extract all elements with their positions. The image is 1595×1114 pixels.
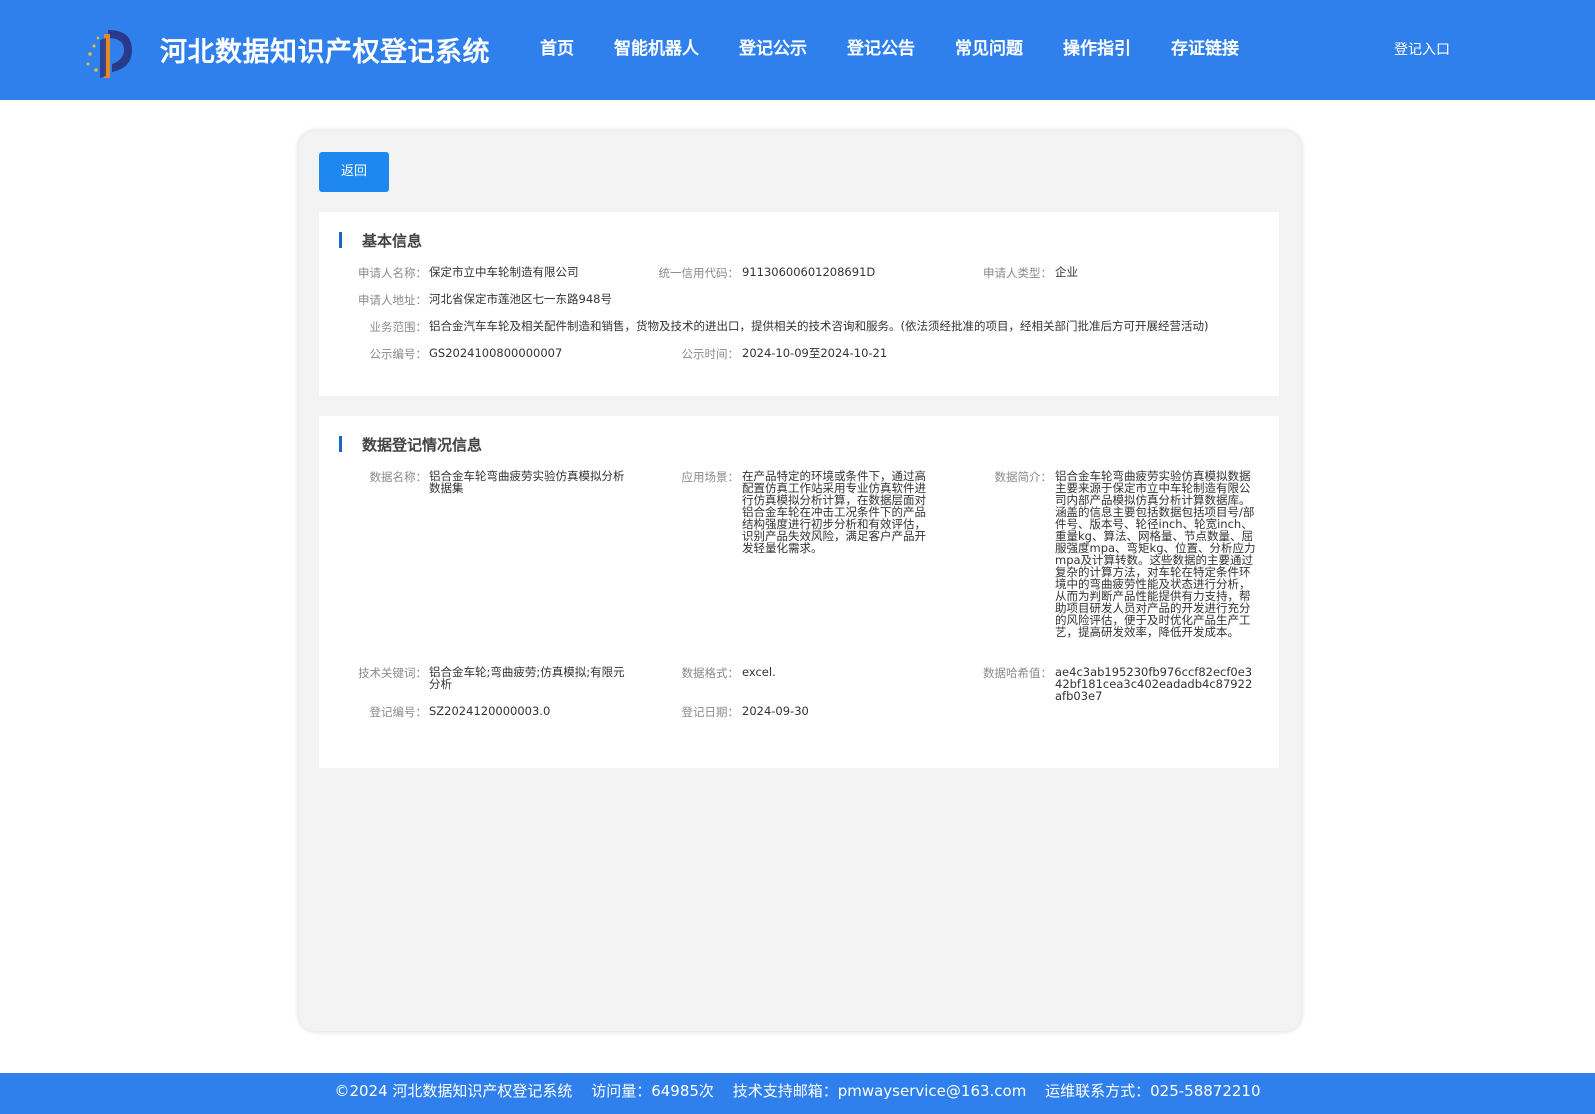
footer-copyright: ©2024 河北数据知识产权登记系统 — [334, 1082, 573, 1100]
scenario-value: 在产品特定的环境或条件下，通过高配置仿真工作站采用专业仿真软件进行仿真模拟分析计… — [742, 469, 926, 555]
address-value: 河北省保定市莲池区七一东路948号 — [429, 292, 612, 306]
site-logo-icon — [86, 30, 132, 78]
section-accent-bar — [339, 232, 342, 248]
notice-time-value: 2024-10-09至2024-10-21 — [742, 346, 888, 360]
back-button[interactable]: 返回 — [319, 152, 389, 192]
keywords-label: 技术关键词： — [358, 666, 427, 680]
scenario-label: 应用场景： — [681, 470, 740, 484]
address-label: 申请人地址： — [358, 293, 427, 307]
reg-date-value: 2024-09-30 — [742, 704, 809, 718]
nav-guide[interactable]: 操作指引 — [1063, 34, 1131, 59]
site-title: 河北数据知识产权登记系统 — [160, 37, 490, 68]
data-info-card: 数据登记情况信息 数据名称： 铝合金车轮弯曲疲劳实验仿真模拟分析数据集 应用场景… — [319, 416, 1279, 768]
notice-no-label: 公示编号： — [369, 347, 428, 361]
reg-no-label: 登记编号： — [369, 705, 428, 719]
scope-value: 铝合金汽车车轮及相关配件制造和销售，货物及技术的进出口，提供相关的技术咨询和服务… — [429, 319, 1209, 333]
format-label: 数据格式： — [681, 666, 740, 680]
credit-code-label: 统一信用代码： — [658, 266, 740, 280]
reg-date-label: 登记日期： — [681, 705, 740, 719]
scope-label: 业务范围： — [369, 320, 428, 334]
applicant-name-value: 保定市立中车轮制造有限公司 — [429, 265, 579, 279]
nav-evidence-link[interactable]: 存证链接 — [1171, 34, 1239, 59]
notice-no-value: GS2024100800000007 — [429, 346, 563, 360]
hash-value: ae4c3ab195230fb976ccf82ecf0e342bf181cea3… — [1055, 665, 1253, 703]
nav-announcement[interactable]: 登记公告 — [847, 34, 915, 59]
intro-label: 数据简介： — [994, 470, 1053, 484]
top-header: 河北数据知识产权登记系统 首页 智能机器人 登记公示 登记公告 常见问题 操作指… — [0, 0, 1595, 100]
applicant-name-label: 申请人名称： — [358, 266, 427, 280]
detail-panel: 返回 基本信息 申请人名称： 保定市立中车轮制造有限公司 统一信用代码： 911… — [299, 131, 1301, 1031]
format-value: excel. — [742, 665, 776, 679]
section-accent-bar — [339, 436, 342, 452]
footer-phone: 运维联系方式：025-58872210 — [1045, 1082, 1261, 1100]
nav-robot[interactable]: 智能机器人 — [614, 34, 699, 59]
notice-time-label: 公示时间： — [681, 347, 740, 361]
intro-value: 铝合金车轮弯曲疲劳实验仿真模拟数据主要来源于保定市立中车轮制造有限公司内部产品模… — [1055, 469, 1256, 639]
nav-publicity[interactable]: 登记公示 — [739, 34, 807, 59]
reg-no-value: SZ2024120000003.0 — [429, 704, 551, 718]
applicant-type-label: 申请人类型： — [983, 266, 1052, 280]
applicant-type-value: 企业 — [1055, 265, 1078, 279]
main-nav: 首页 智能机器人 登记公示 登记公告 常见问题 操作指引 存证链接 — [540, 34, 1239, 59]
basic-info-card: 基本信息 申请人名称： 保定市立中车轮制造有限公司 统一信用代码： 911306… — [319, 212, 1279, 396]
login-link[interactable]: 登记入口 — [1394, 39, 1450, 59]
data-name-label: 数据名称： — [369, 470, 428, 484]
data-name-value: 铝合金车轮弯曲疲劳实验仿真模拟分析数据集 — [429, 469, 625, 495]
data-info-heading: 数据登记情况信息 — [339, 434, 482, 454]
credit-code-value: 91130600601208691D — [742, 265, 876, 279]
hash-label: 数据哈希值： — [983, 666, 1052, 680]
nav-home[interactable]: 首页 — [540, 34, 574, 59]
basic-info-heading: 基本信息 — [339, 230, 422, 250]
section-title: 基本信息 — [362, 231, 423, 250]
nav-faq[interactable]: 常见问题 — [955, 34, 1023, 59]
keywords-value: 铝合金车轮;弯曲疲劳;仿真模拟;有限元分析 — [429, 665, 625, 691]
section-title: 数据登记情况信息 — [362, 435, 483, 454]
page-footer: ©2024 河北数据知识产权登记系统 访问量：64985次 技术支持邮箱：pmw… — [0, 1073, 1595, 1114]
footer-visits: 访问量：64985次 — [591, 1082, 714, 1100]
footer-email: 技术支持邮箱：pmwayservice@163.com — [732, 1082, 1027, 1100]
